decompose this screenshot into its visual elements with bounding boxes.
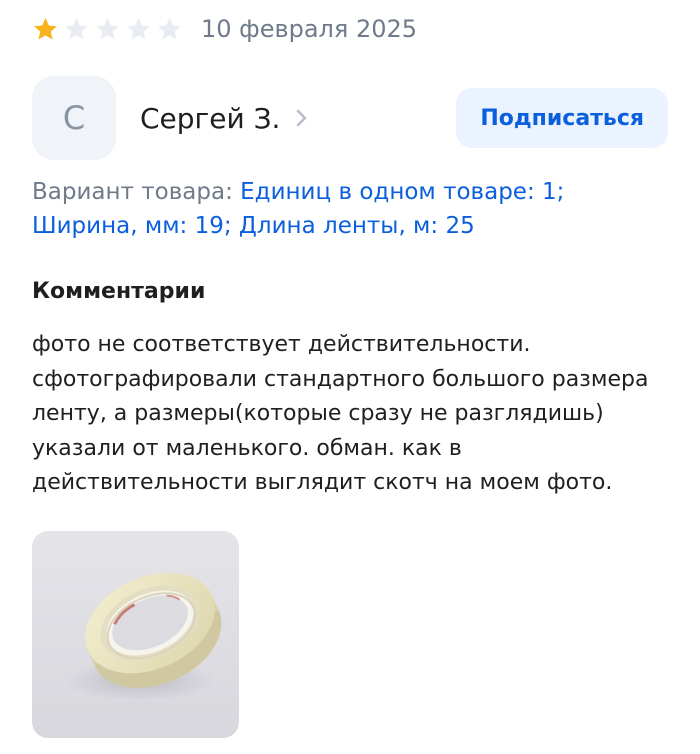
review-date: 10 февраля 2025 [201,15,418,43]
star-icon-1 [34,17,57,40]
star-rating [32,16,183,43]
product-variant: Вариант товара: Единиц в одном товаре: 1… [32,175,672,243]
comments-title: Комментарии [32,279,206,304]
chevron-right-icon[interactable] [294,108,308,128]
author-name[interactable]: Сергей З. [140,102,280,135]
star-icon-3 [96,17,119,40]
comment-text: фото не соответствует действительности. … [32,332,649,495]
review-header: 10 февраля 2025 [32,12,417,46]
star-icon-2 [65,17,88,40]
subscribe-button[interactable]: Подписаться [456,88,668,148]
author-row: С Сергей З. Подписаться [32,76,668,160]
avatar[interactable]: С [32,76,116,160]
review-photo[interactable] [32,531,239,738]
star-icon-5 [158,17,181,40]
masking-tape-photo [64,572,222,701]
variant-label: Вариант товара: [32,179,241,205]
star-icon-4 [127,17,150,40]
